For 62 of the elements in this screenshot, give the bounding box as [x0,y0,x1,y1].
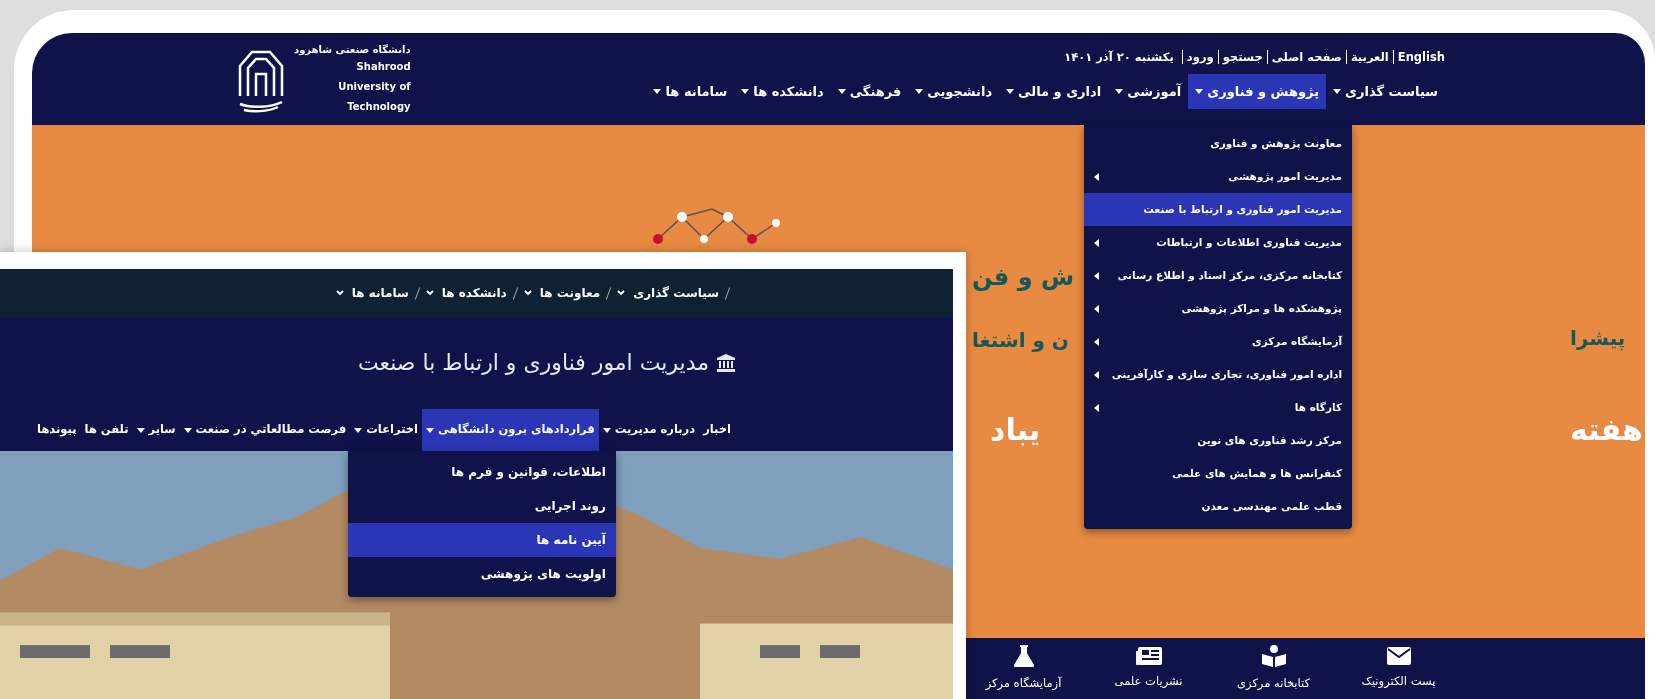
chevron-icon [335,290,344,296]
nav-item[interactable]: سایر [132,409,180,451]
quick-link[interactable]: نشریات علمی [1114,672,1183,691]
banner-text: ش و فن [972,262,1075,293]
book-reader-icon [1261,644,1286,667]
university-name: دانشگاه صنعتی شاهرود [294,42,411,57]
dropdown-item[interactable]: مدیریت امور پژوهشی [1084,160,1353,194]
dropdown-item[interactable]: مرکز رشد فناوری های نوین [1084,424,1353,458]
breadcrumb-link[interactable]: سیاست گذاری [633,284,719,302]
menu-item[interactable]: پژوهش و فناوری [1188,73,1327,110]
quick-link[interactable]: پست الکترونیک [1361,672,1436,691]
dropdown-item[interactable]: اداره امور فناوری، تجاری سازی و کارآفرینی [1084,358,1353,392]
top-link[interactable]: صفحه اصلی [1271,48,1342,66]
nav-item[interactable]: اخبار [699,409,735,451]
date-text: یکشنبه ۲۰ آذر ۱۴۰۱ [1064,48,1174,66]
top-link[interactable]: English [1397,48,1445,66]
dropdown-item[interactable]: مدیریت امور فناوری و ارتباط با صنعت [1084,193,1353,227]
banner-text: هفته [1570,411,1643,449]
envelope-icon [1386,646,1411,665]
dropdown-item[interactable]: قطب علمی مهندسی معدن [1084,490,1353,524]
page-title: مدیریت امور فناوری و ارتباط با صنعت [357,349,709,377]
university-name: Shahrood University of Technology [337,59,411,114]
menu-item[interactable]: سامانه ها [646,73,735,110]
quick-link[interactable]: آزمایشگاه مرکز [985,674,1062,693]
dropdown-item[interactable]: اطلاعات، قوانین و فرم ها [347,455,616,489]
chevron-icon [425,290,434,296]
banner-text: ن و اشتغا [972,327,1069,354]
quick-link[interactable]: کتابخانه مرکزی [1237,674,1310,693]
nav-item[interactable]: تلفن ها [80,409,133,451]
dropdown-item[interactable]: معاونت پژوهش و فناوری [1084,127,1353,161]
menu-item[interactable]: اداری و مالی [999,73,1109,110]
nav-item[interactable]: اختراعات [350,409,423,451]
dropdown-item[interactable]: پژوهشکده ها و مراکز پژوهشی [1084,292,1353,326]
dropdown-item[interactable]: کارگاه ها [1084,391,1353,425]
nav-item[interactable]: پیوندها [33,409,81,451]
breadcrumb-link[interactable]: معاونت ها [539,284,601,302]
top-link[interactable]: جستجو [1222,48,1263,66]
menu-item[interactable]: فرهنگی [830,73,909,110]
top-link[interactable]: العربية [1350,48,1389,66]
dropdown-item[interactable]: آیین نامه ها [347,523,616,557]
dropdown-item[interactable]: روند اجرایی [347,489,616,523]
breadcrumb-link[interactable]: سامانه ها [351,284,409,302]
menu-item[interactable]: دانشجویی [908,73,1000,110]
top-link[interactable]: ورود [1186,48,1214,66]
nav-item[interactable]: فرصت مطالعاتي در صنعت [179,409,351,451]
menu-item[interactable]: آموزشی [1108,73,1189,110]
dropdown-item[interactable]: مدیریت فناوری اطلاعات و ارتباطات [1084,226,1353,260]
banner-text: پیشرا [1570,325,1626,353]
dropdown-item[interactable]: آزمایشگاه مرکزی [1084,325,1353,359]
institution-icon [717,353,735,372]
banner-text: یباد [990,411,1041,449]
menu-item[interactable]: دانشکده ها [734,73,831,110]
dropdown-item[interactable]: کنفرانس ها و همایش های علمی [1084,457,1353,491]
flask-icon [1013,644,1034,667]
breadcrumb-link[interactable]: دانشکده ها [441,284,507,302]
chevron-icon [523,290,532,296]
nav-item[interactable]: قراردادهای برون دانشگاهی [422,409,599,451]
dropdown-item[interactable]: کتابخانه مرکزی، مرکز اسناد و اطلاع رسانی [1084,259,1353,293]
chevron-icon [617,290,626,296]
newspaper-icon [1135,646,1162,665]
dropdown-item[interactable]: اولویت های پژوهشی [347,557,616,591]
menu-item[interactable]: سیاست گذاری [1326,73,1445,110]
